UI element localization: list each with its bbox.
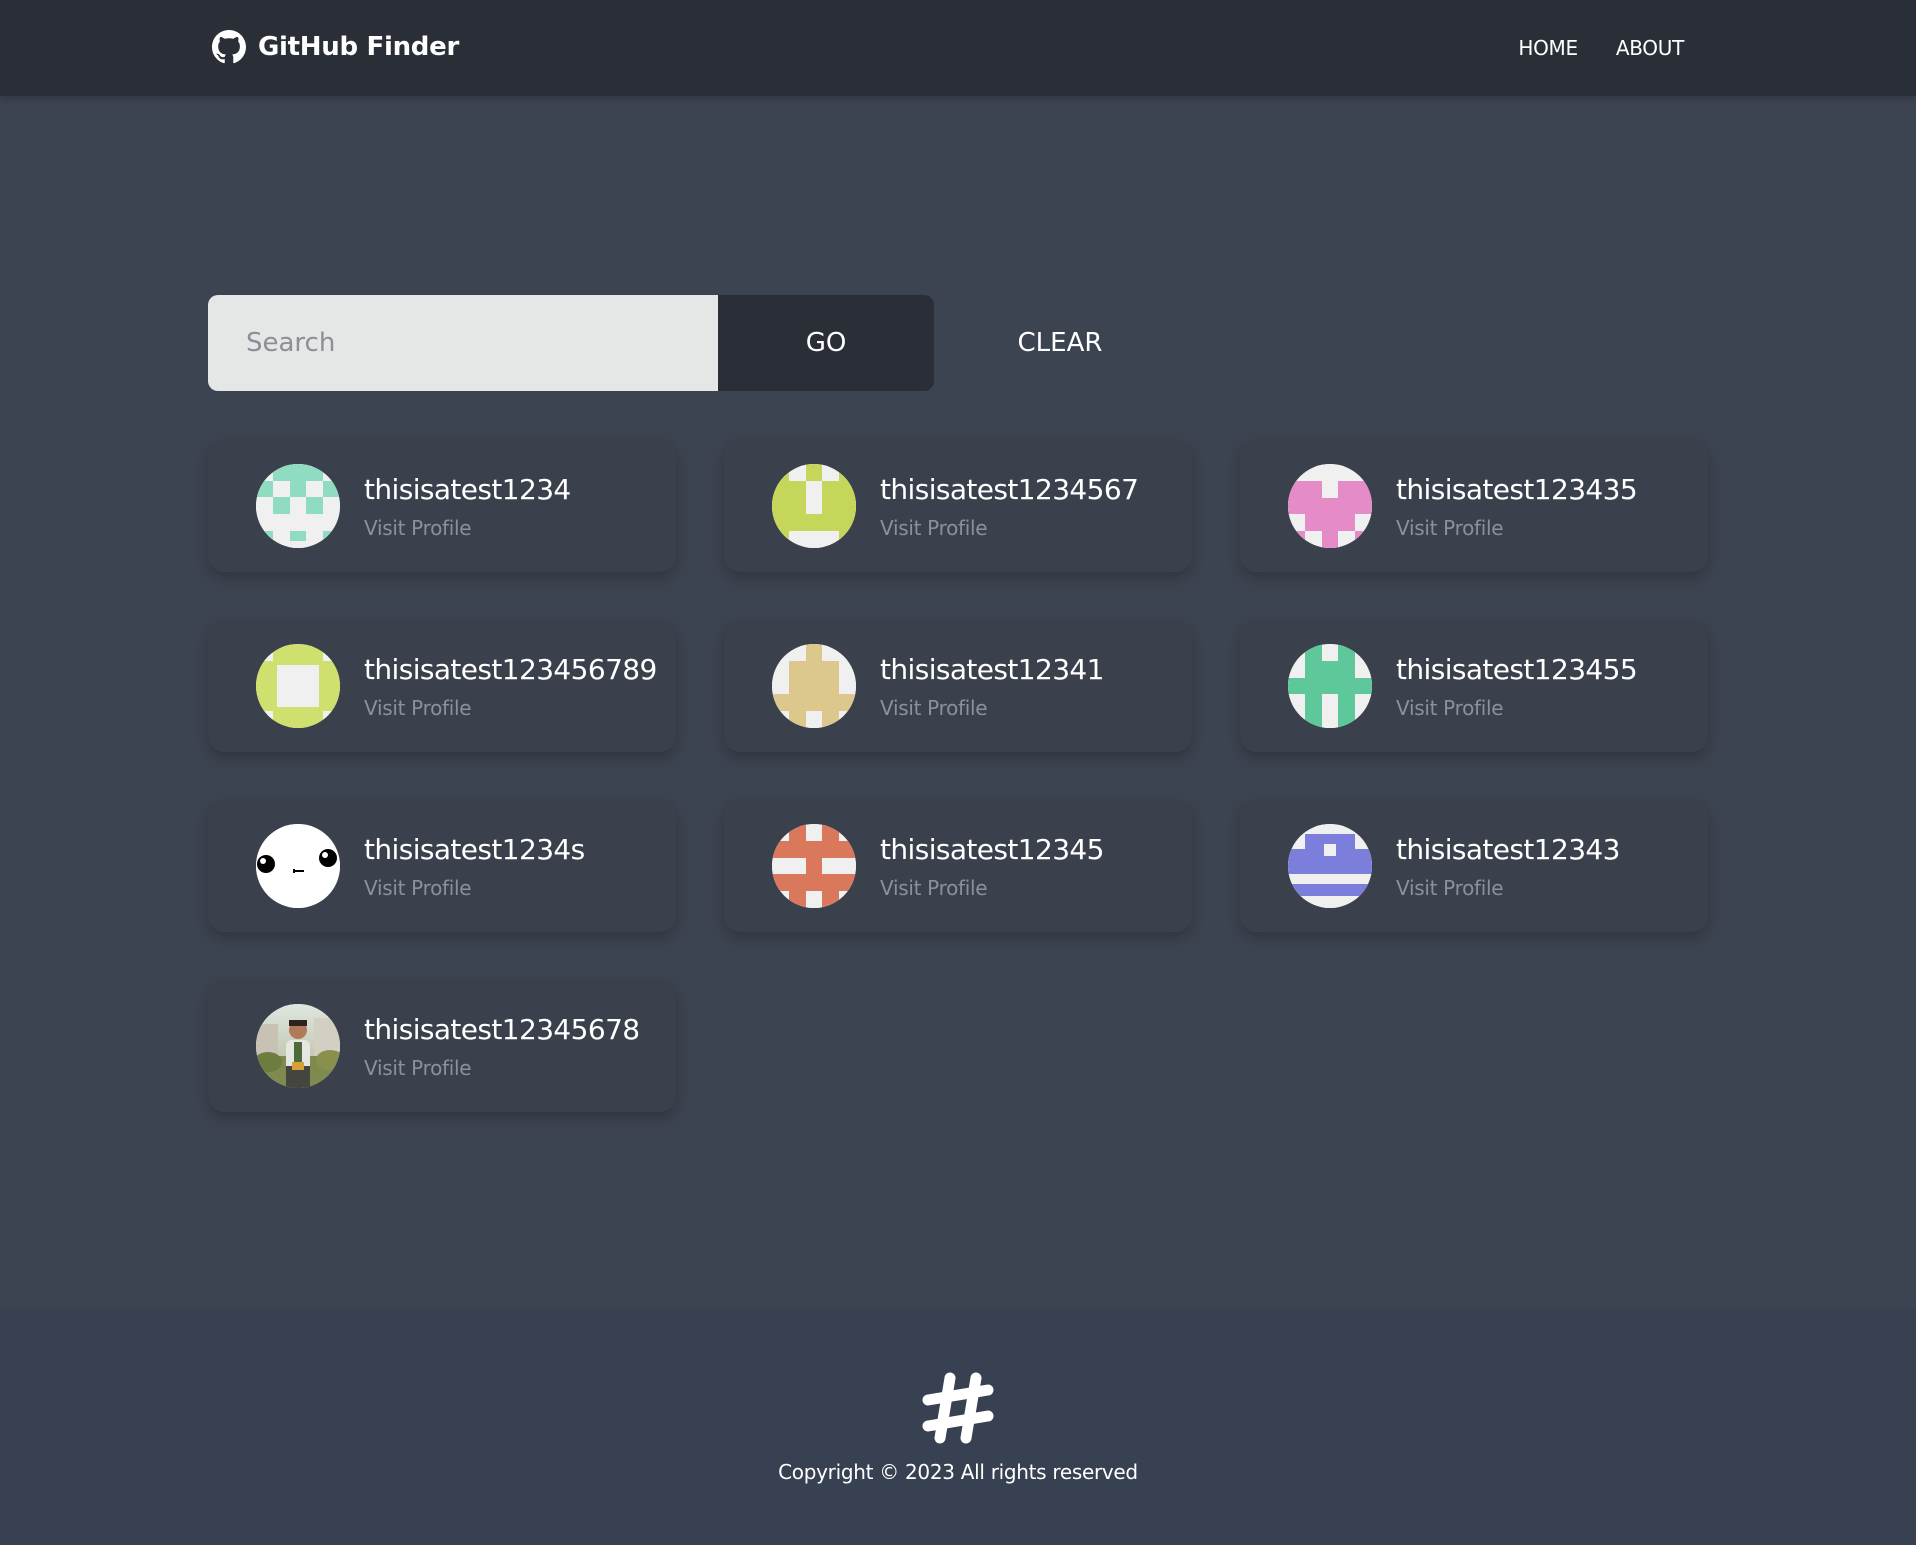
identicon-avatar-icon xyxy=(772,824,856,908)
identicon-avatar-icon xyxy=(1288,644,1372,728)
visit-profile-link[interactable]: Visit Profile xyxy=(364,516,571,540)
avatar xyxy=(1288,464,1372,548)
avatar xyxy=(1288,824,1372,908)
identicon-avatar-icon xyxy=(1288,464,1372,548)
clear-button[interactable]: CLEAR xyxy=(980,295,1140,391)
identicon-avatar-icon xyxy=(256,464,340,548)
visit-profile-link[interactable]: Visit Profile xyxy=(1396,696,1637,720)
user-info: thisisatest1234 Visit Profile xyxy=(364,473,571,540)
brand-title: GitHub Finder xyxy=(258,32,459,62)
copyright-text: Copyright © 2023 All rights reserved xyxy=(778,1460,1138,1484)
visit-profile-link[interactable]: Visit Profile xyxy=(880,516,1138,540)
user-card: thisisatest123455 Visit Profile xyxy=(1240,620,1708,752)
photo-avatar-icon xyxy=(256,1004,340,1088)
nav-home-link[interactable]: HOME xyxy=(1518,36,1578,60)
hashtag-logo-icon xyxy=(922,1372,994,1444)
brand[interactable]: GitHub Finder xyxy=(212,30,459,64)
visit-profile-link[interactable]: Visit Profile xyxy=(1396,516,1637,540)
visit-profile-link[interactable]: Visit Profile xyxy=(1396,876,1620,900)
nav-about-link[interactable]: ABOUT xyxy=(1616,36,1684,60)
identicon-avatar-icon xyxy=(1288,824,1372,908)
avatar xyxy=(256,824,340,908)
user-info: thisisatest1234567 Visit Profile xyxy=(880,472,1139,540)
user-card: thisisatest12343 Visit Profile xyxy=(1240,800,1708,932)
identicon-avatar-icon xyxy=(772,464,856,548)
username: thisisatest1234567 xyxy=(880,472,1139,506)
user-info: thisisatest123435 Visit Profile xyxy=(1396,472,1638,540)
username: thisisatest12341 xyxy=(880,652,1104,686)
user-card: thisisatest1234s Visit Profile xyxy=(208,800,676,932)
navbar: GitHub Finder HOME ABOUT xyxy=(0,0,1916,96)
visit-profile-link[interactable]: Visit Profile xyxy=(364,1056,640,1080)
username: thisisatest12345678 xyxy=(364,1012,640,1046)
user-info: thisisatest1234s Visit Profile xyxy=(364,833,585,900)
user-info: thisisatest12345 Visit Profile xyxy=(880,833,1104,900)
visit-profile-link[interactable]: Visit Profile xyxy=(880,696,1104,720)
identicon-avatar-icon xyxy=(256,644,340,728)
github-icon xyxy=(212,30,246,64)
identicon-avatar-icon xyxy=(772,644,856,728)
user-info: thisisatest12345678 Visit Profile xyxy=(364,1013,640,1080)
username: thisisatest1234 xyxy=(364,472,571,506)
username: thisisatest123435 xyxy=(1396,472,1638,506)
user-info: thisisatest123455 Visit Profile xyxy=(1396,652,1638,720)
footer: Copyright © 2023 All rights reserved xyxy=(0,1308,1916,1545)
nav-links: HOME ABOUT xyxy=(1518,36,1684,60)
username: thisisatest123455 xyxy=(1396,652,1638,686)
username: thisisatest12343 xyxy=(1396,832,1620,866)
face-avatar-icon xyxy=(256,824,340,908)
visit-profile-link[interactable]: Visit Profile xyxy=(880,876,1104,900)
avatar xyxy=(772,464,856,548)
user-card: thisisatest1234 Visit Profile xyxy=(208,440,676,572)
go-button[interactable]: GO xyxy=(718,295,934,391)
username: thisisatest1234s xyxy=(364,832,585,866)
username: thisisatest123456789 xyxy=(364,652,657,686)
avatar xyxy=(1288,644,1372,728)
avatar xyxy=(256,644,340,728)
user-info: thisisatest12341 Visit Profile xyxy=(880,653,1104,720)
visit-profile-link[interactable]: Visit Profile xyxy=(364,876,585,900)
user-info: thisisatest123456789 Visit Profile xyxy=(364,653,657,720)
avatar xyxy=(256,464,340,548)
user-card: thisisatest12345678 Visit Profile xyxy=(208,980,676,1112)
user-card: thisisatest1234567 Visit Profile xyxy=(724,440,1192,572)
user-card: thisisatest12341 Visit Profile xyxy=(724,620,1192,752)
visit-profile-link[interactable]: Visit Profile xyxy=(364,696,657,720)
search-input[interactable] xyxy=(208,295,718,391)
avatar xyxy=(772,644,856,728)
search-form: GO xyxy=(208,295,934,391)
avatar xyxy=(772,824,856,908)
user-grid: thisisatest1234 Visit Profile thisisates… xyxy=(208,440,1708,1112)
username: thisisatest12345 xyxy=(880,832,1104,866)
user-card: thisisatest12345 Visit Profile xyxy=(724,800,1192,932)
user-card: thisisatest123435 Visit Profile xyxy=(1240,440,1708,572)
avatar xyxy=(256,1004,340,1088)
user-card: thisisatest123456789 Visit Profile xyxy=(208,620,676,752)
user-info: thisisatest12343 Visit Profile xyxy=(1396,833,1620,900)
